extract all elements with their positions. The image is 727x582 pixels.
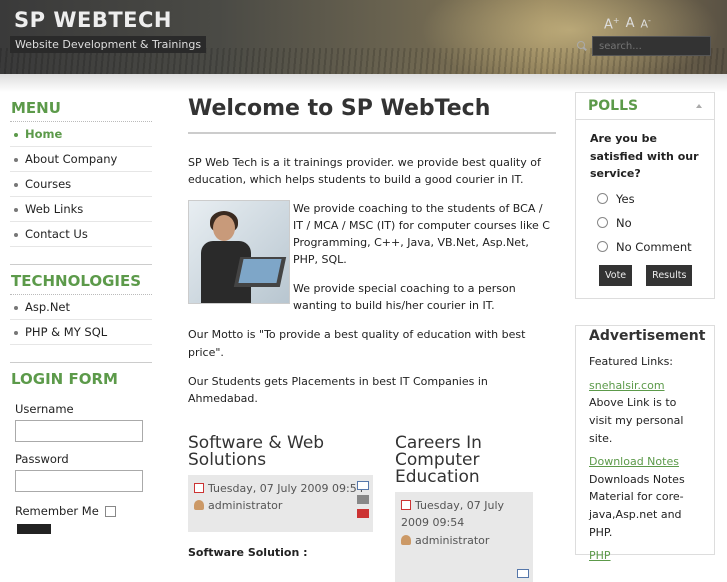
search-icon xyxy=(576,40,588,52)
article-author: administrator xyxy=(208,499,283,513)
site-tagline: Website Development & Trainings xyxy=(10,36,207,53)
font-decrease-button[interactable]: A- xyxy=(641,16,651,32)
font-reset-button[interactable]: A xyxy=(626,16,635,32)
technologies-title: TECHNOLOGIES xyxy=(10,265,152,295)
radio-button[interactable] xyxy=(597,193,608,205)
calendar-icon xyxy=(401,499,411,510)
article-software: Software & Web Solutions Tuesday, 07 Jul… xyxy=(188,434,373,582)
article-title[interactable]: Software & Web Solutions xyxy=(188,434,373,469)
login-button[interactable] xyxy=(17,524,51,534)
user-icon xyxy=(401,534,411,545)
radio-button[interactable] xyxy=(597,217,608,229)
right-sidebar: POLLS Are you be satisfied with our serv… xyxy=(575,92,715,562)
article-actions xyxy=(357,480,369,518)
pdf-icon[interactable] xyxy=(357,508,369,518)
password-field[interactable] xyxy=(15,470,143,492)
poll-buttons: Vote Results xyxy=(576,259,714,298)
search-input[interactable] xyxy=(592,36,711,56)
font-decrease-label: A xyxy=(640,17,649,31)
results-button[interactable]: Results xyxy=(646,264,693,286)
email-icon[interactable] xyxy=(517,568,529,578)
poll-option-label: No Comment xyxy=(616,239,692,254)
poll-option-label: Yes xyxy=(616,191,635,206)
article-columns: Software & Web Solutions Tuesday, 07 Jul… xyxy=(188,434,556,582)
username-field[interactable] xyxy=(15,420,143,442)
vote-button[interactable]: Vote xyxy=(599,264,633,286)
polls-header: POLLS xyxy=(576,93,714,120)
motto-paragraph: Our Motto is "To provide a best quality … xyxy=(188,328,526,359)
font-size-tools: A+ A A- xyxy=(604,16,651,32)
collapse-icon[interactable] xyxy=(696,104,702,108)
student-photo xyxy=(188,200,290,305)
radio-button[interactable] xyxy=(597,241,608,253)
login-form-title: LOGIN FORM xyxy=(11,370,118,388)
polls-box: POLLS Are you be satisfied with our serv… xyxy=(575,92,715,299)
article-meta: Tuesday, 07 July 2009 09:54 administrato… xyxy=(188,474,373,532)
header-shadow-bar xyxy=(0,74,727,92)
technologies-menu: Asp.Net PHP & MY SQL xyxy=(10,295,152,345)
remember-me-row: Remember Me xyxy=(15,504,152,518)
placements-paragraph: Our Students gets Placements in best IT … xyxy=(188,374,488,405)
remember-me-label: Remember Me xyxy=(15,504,99,518)
site-title[interactable]: SP WEBTECH xyxy=(14,8,172,32)
username-label: Username xyxy=(15,402,74,416)
main-content: Welcome to SP WebTech SP Web Tech is a i… xyxy=(188,92,556,582)
left-sidebar: MENU Home About Company Courses Web Link… xyxy=(10,92,152,534)
font-increase-button[interactable]: A+ xyxy=(604,16,620,32)
menu-item-home[interactable]: Home xyxy=(10,122,152,147)
calendar-icon xyxy=(194,482,204,493)
article-meta: Tuesday, 07 July 2009 09:54 administrato… xyxy=(395,491,533,582)
advertisement-title: Advertisement xyxy=(589,327,706,344)
divider xyxy=(10,247,152,265)
link-description: Above Link is to visit my personal site. xyxy=(589,396,684,445)
menu-item-web-links[interactable]: Web Links xyxy=(10,197,152,222)
user-icon xyxy=(194,500,204,511)
main-menu: Home About Company Courses Web Links Con… xyxy=(10,122,152,247)
poll-question: Are you be satisfied with our service? xyxy=(590,132,699,181)
menu-item-about-company[interactable]: About Company xyxy=(10,147,152,172)
advertisement-box: Advertisement Featured Links: snehalsir.… xyxy=(575,324,715,562)
article-date: Tuesday, 07 July 2009 09:54 xyxy=(208,481,364,495)
article-date: Tuesday, 07 July 2009 09:54 xyxy=(401,498,505,530)
polls-title: POLLS xyxy=(588,98,639,114)
link-snehalsir[interactable]: snehalsir.com xyxy=(589,379,665,392)
poll-option-label: No xyxy=(616,215,632,230)
page-title: Welcome to SP WebTech xyxy=(188,92,556,135)
poll-option-yes[interactable]: Yes xyxy=(576,187,714,211)
divider xyxy=(10,345,152,363)
password-label: Password xyxy=(15,452,69,466)
intro-paragraph: SP Web Tech is a it trainings provider. … xyxy=(188,156,541,187)
search-box xyxy=(576,36,711,56)
link-php[interactable]: PHP xyxy=(589,549,611,562)
article-title[interactable]: Careers In Computer Education xyxy=(395,434,533,486)
poll-option-no[interactable]: No xyxy=(576,211,714,235)
link-download-notes[interactable]: Download Notes xyxy=(589,455,679,468)
print-icon[interactable] xyxy=(357,494,369,504)
article-subhead: Software Solution : xyxy=(188,545,308,559)
menu-item-courses[interactable]: Courses xyxy=(10,172,152,197)
menu-title: MENU xyxy=(10,92,152,122)
featured-links-label: Featured Links: xyxy=(589,355,674,369)
email-icon[interactable] xyxy=(357,480,369,490)
menu-item-php-mysql[interactable]: PHP & MY SQL xyxy=(10,320,152,345)
login-form: Username Password Remember Me xyxy=(10,402,152,534)
font-increase-label: A xyxy=(604,17,613,33)
link-description: Downloads Notes Material for core-java,A… xyxy=(589,472,685,539)
poll-option-no-comment[interactable]: No Comment xyxy=(576,235,714,259)
article-careers: Careers In Computer Education Tuesday, 0… xyxy=(395,434,533,582)
site-header: SP WEBTECH Website Development & Trainin… xyxy=(0,0,727,74)
remember-me-checkbox[interactable] xyxy=(104,505,116,517)
menu-item-contact-us[interactable]: Contact Us xyxy=(10,222,152,247)
menu-item-aspnet[interactable]: Asp.Net xyxy=(10,295,152,320)
